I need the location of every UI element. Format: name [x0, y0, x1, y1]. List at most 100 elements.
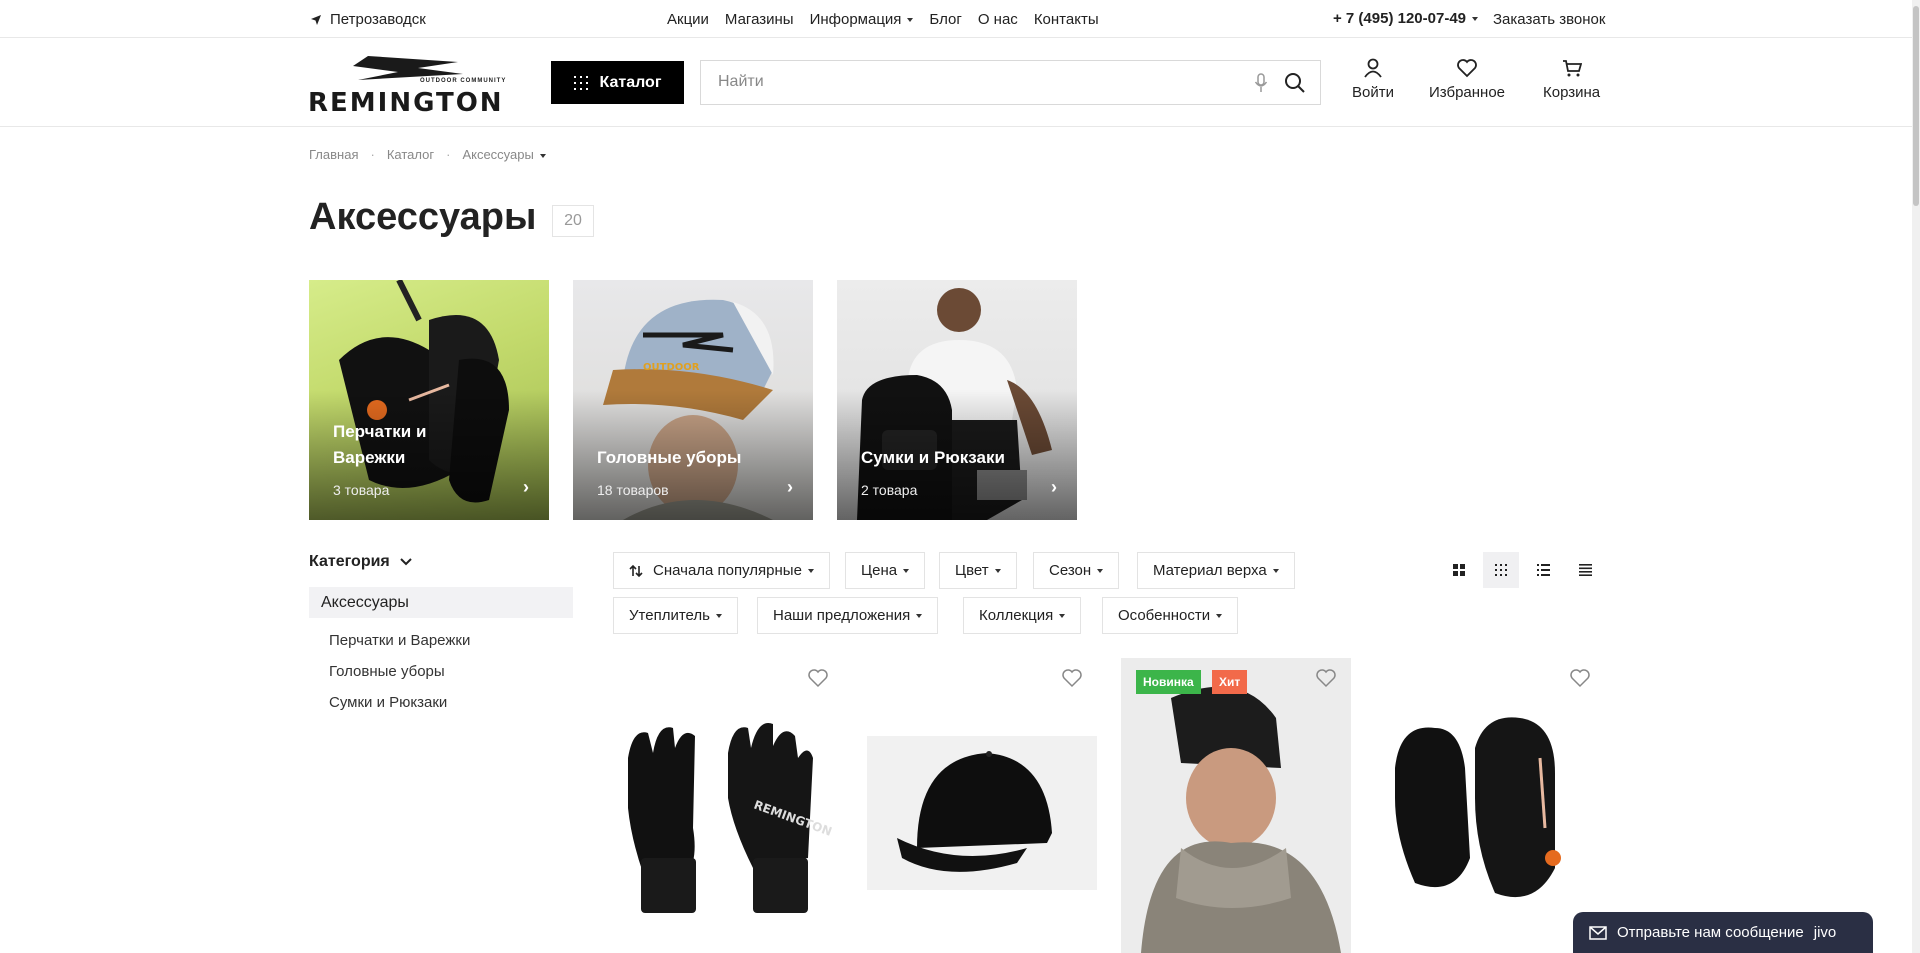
- phone-number[interactable]: + 7 (495) 120-07-49: [1333, 10, 1478, 27]
- category-qty: 3 товара: [333, 482, 390, 498]
- chevron-right-icon: ›: [523, 477, 529, 497]
- sidebar-item-gloves[interactable]: Перчатки и Варежки: [329, 632, 470, 649]
- filter-label: Сезон: [1049, 562, 1103, 579]
- filter-price[interactable]: Цена: [845, 552, 926, 589]
- heart-icon: [1457, 59, 1477, 78]
- product-count-badge: 20: [552, 205, 594, 237]
- city-label: Петрозаводск: [330, 11, 426, 28]
- top-bar: Петрозаводск Акции Магазины Информация Б…: [0, 0, 1920, 38]
- nav-blog[interactable]: Блог: [929, 11, 961, 28]
- product-card[interactable]: [1375, 658, 1605, 953]
- catalog-label: Каталог: [599, 73, 662, 91]
- view-large-grid[interactable]: [1441, 552, 1477, 588]
- favorites-label: Избранное: [1429, 84, 1506, 101]
- list-icon: [1536, 564, 1550, 576]
- main-header: OUTDOOR COMMUNITY REMINGTON Каталог Войт…: [0, 38, 1920, 127]
- filter-label: Цвет: [955, 562, 1001, 579]
- sidebar-item-active[interactable]: Аксессуары: [309, 587, 573, 618]
- nav-about[interactable]: О нас: [978, 11, 1018, 28]
- user-icon: [1364, 58, 1382, 78]
- city-selector[interactable]: Петрозаводск: [310, 11, 426, 28]
- favorites-action[interactable]: Избранное: [1429, 58, 1505, 101]
- favorite-heart-icon[interactable]: [1061, 668, 1083, 692]
- filter-color[interactable]: Цвет: [939, 552, 1017, 589]
- category-card-bags[interactable]: Сумки и Рюкзаки 2 товара ›: [837, 280, 1077, 520]
- view-compact-list[interactable]: [1567, 552, 1603, 588]
- category-card-headwear[interactable]: OUTDOOR Головные уборы 18 товаров ›: [573, 280, 813, 520]
- breadcrumb-separator: ·: [370, 147, 375, 162]
- envelope-icon: [1589, 925, 1607, 940]
- category-name: Головные уборы: [597, 447, 742, 467]
- view-list[interactable]: [1525, 552, 1561, 588]
- chat-widget[interactable]: Отправьте нам сообщение jivo: [1573, 912, 1873, 953]
- filter-offers[interactable]: Наши предложения: [757, 597, 939, 634]
- jivo-logo: jivo: [1813, 924, 1837, 941]
- category-card-gloves[interactable]: Перчатки и Варежки 3 товара ›: [309, 280, 549, 520]
- sort-arrows-icon: [629, 564, 643, 577]
- filter-label: Особенности: [1118, 607, 1222, 624]
- chevron-right-icon: ›: [787, 477, 793, 497]
- badge-new: Новинка: [1136, 670, 1201, 694]
- mittens-product-image: [1395, 717, 1561, 898]
- breadcrumb-home[interactable]: Главная: [309, 147, 358, 162]
- favorite-heart-icon[interactable]: [1569, 668, 1591, 692]
- nav-stores[interactable]: Магазины: [725, 11, 794, 28]
- sidebar-item-headwear[interactable]: Головные уборы: [329, 663, 445, 680]
- breadcrumb-separator: ·: [446, 147, 451, 162]
- search-icon[interactable]: [1284, 72, 1306, 94]
- product-card[interactable]: REMINGTON: [613, 658, 843, 953]
- product-card[interactable]: Новинка Хит: [1121, 658, 1351, 953]
- svg-text:OUTDOOR: OUTDOOR: [643, 362, 700, 373]
- breadcrumb-current[interactable]: Аксессуары: [462, 147, 545, 162]
- microphone-icon[interactable]: [1254, 73, 1268, 93]
- nav-info[interactable]: Информация: [810, 11, 914, 28]
- category-heading-label: Категория: [309, 553, 390, 570]
- beanie-model-image: [1141, 686, 1341, 953]
- category-filter-heading[interactable]: Категория: [309, 553, 412, 571]
- filter-label: Коллекция: [979, 607, 1065, 624]
- product-card[interactable]: [867, 658, 1097, 953]
- filter-features[interactable]: Особенности: [1102, 597, 1239, 634]
- callback-link[interactable]: Заказать звонок: [1493, 11, 1605, 28]
- nav-promotions[interactable]: Акции: [667, 11, 709, 28]
- catalog-button[interactable]: Каталог: [551, 61, 684, 104]
- scrollbar-thumb[interactable]: [1913, 6, 1919, 206]
- logo-text: REMINGTON: [308, 88, 504, 118]
- cart-action[interactable]: Корзина: [1543, 58, 1600, 101]
- category-name: Сумки и Рюкзаки: [861, 447, 1005, 467]
- search-input[interactable]: [718, 73, 1198, 91]
- page-title: Аксессуары: [309, 196, 537, 238]
- filter-insulation[interactable]: Утеплитель: [613, 597, 738, 634]
- view-small-grid[interactable]: [1483, 552, 1519, 588]
- category-qty: 2 товара: [861, 482, 918, 498]
- grid-dots-icon: [573, 75, 588, 90]
- filter-season[interactable]: Сезон: [1033, 552, 1120, 589]
- breadcrumb: Главная · Каталог · Аксессуары: [309, 147, 546, 162]
- cap-product-image: [897, 751, 1052, 872]
- sort-label: Сначала популярные: [653, 562, 814, 579]
- sort-dropdown[interactable]: Сначала популярные: [613, 552, 830, 589]
- nav-contacts[interactable]: Контакты: [1034, 11, 1099, 28]
- page-scrollbar[interactable]: [1912, 0, 1920, 953]
- breadcrumb-catalog[interactable]: Каталог: [387, 147, 434, 162]
- sidebar-item-bags[interactable]: Сумки и Рюкзаки: [329, 694, 447, 711]
- location-arrow-icon: [311, 14, 321, 25]
- filter-label: Утеплитель: [629, 607, 722, 624]
- filter-label: Цена: [861, 562, 909, 579]
- remington-logo[interactable]: OUTDOOR COMMUNITY REMINGTON: [308, 54, 520, 118]
- badge-hit: Хит: [1212, 670, 1248, 694]
- compact-list-icon: [1578, 564, 1592, 576]
- favorite-heart-icon[interactable]: [807, 668, 829, 692]
- filter-upper-material[interactable]: Материал верха: [1137, 552, 1295, 589]
- filter-label: Материал верха: [1153, 562, 1279, 579]
- login-label: Войти: [1352, 84, 1394, 101]
- grid-large-icon: [1453, 564, 1465, 576]
- favorite-heart-icon[interactable]: [1315, 668, 1337, 692]
- logo-subtitle: OUTDOOR COMMUNITY: [420, 78, 507, 84]
- gloves-image: REMINGTON: [628, 723, 834, 913]
- chat-label: Отправьте нам сообщение: [1617, 924, 1804, 941]
- login-action[interactable]: Войти: [1352, 58, 1394, 101]
- cart-label: Корзина: [1543, 84, 1601, 101]
- filter-collection[interactable]: Коллекция: [963, 597, 1082, 634]
- chevron-right-icon: ›: [1051, 477, 1057, 497]
